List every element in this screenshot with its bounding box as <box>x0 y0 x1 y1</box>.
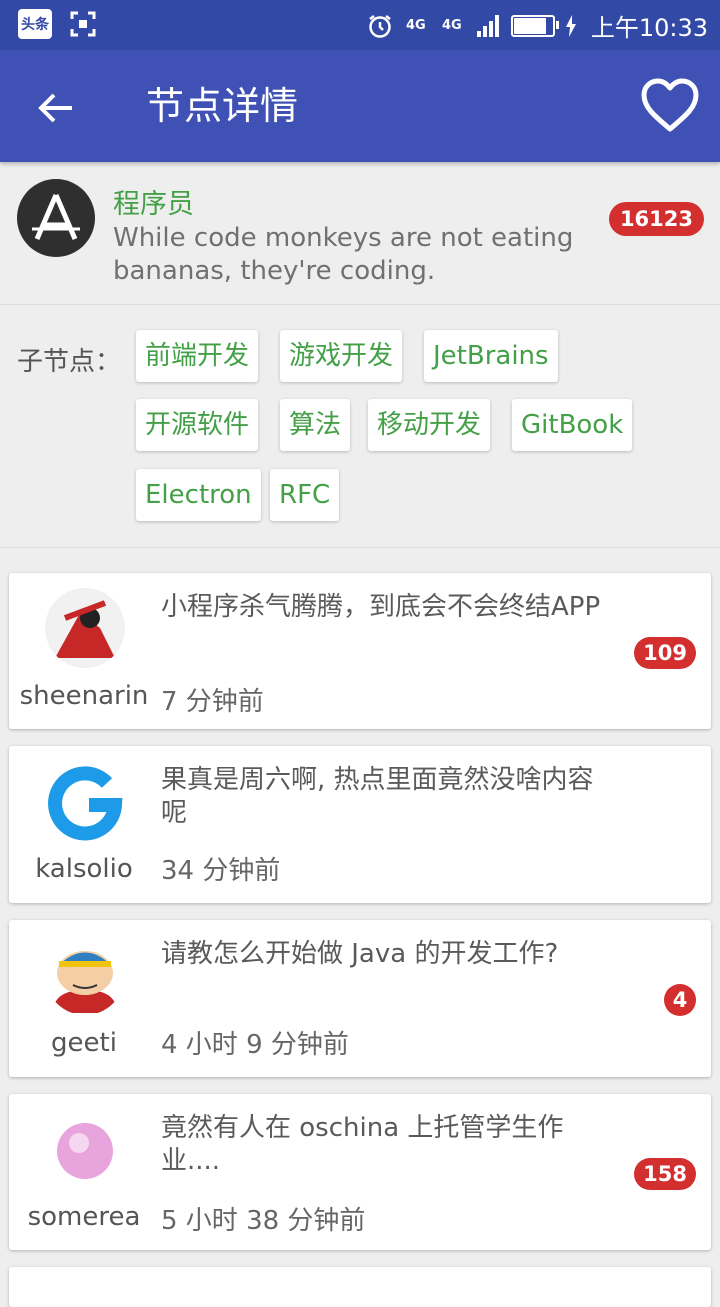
node-description: While code monkeys are not eating banana… <box>113 223 574 286</box>
topic-time: 5 小时 38 分钟前 <box>161 1206 366 1236</box>
toutiao-notification-icon: 头条 <box>18 9 52 39</box>
user-avatar[interactable] <box>45 1109 125 1189</box>
node-avatar <box>17 179 95 257</box>
node-logo-icon <box>32 194 80 240</box>
back-button[interactable] <box>28 80 84 136</box>
topic-card[interactable]: sheenarin 小程序杀气腾腾，到底会不会终结APP 7 分钟前 109 <box>9 573 711 729</box>
user-avatar[interactable] <box>45 588 125 668</box>
sub-node-chip[interactable]: 算法 <box>280 399 351 451</box>
reply-count-badge: 158 <box>634 1158 696 1190</box>
sub-node-chip[interactable]: 游戏开发 <box>280 330 403 382</box>
battery-icon <box>510 14 559 37</box>
signal-icon <box>476 14 499 37</box>
arrow-back-icon <box>38 93 72 123</box>
heart-icon <box>641 78 699 132</box>
user-avatar[interactable] <box>45 935 125 1015</box>
topic-card[interactable] <box>9 1267 711 1307</box>
alarm-icon <box>369 14 391 38</box>
charging-icon <box>565 14 576 37</box>
sub-nodes-section: 子节点： 前端开发 游戏开发 JetBrains 开源软件 算法 移动开发 Gi… <box>0 305 720 548</box>
username[interactable]: geeti <box>9 1028 159 1058</box>
sub-node-chip[interactable]: 开源软件 <box>136 399 259 451</box>
sub-node-chip[interactable]: Electron <box>136 469 261 521</box>
user-avatar[interactable] <box>45 761 125 841</box>
node-topic-count-badge: 16123 <box>608 202 704 236</box>
username[interactable]: kalsolio <box>9 854 159 884</box>
page-title: 节点详情 <box>146 84 299 128</box>
topic-card[interactable]: somerea 竟然有人在 oschina 上托管学生作业.... 5 小时 3… <box>9 1094 711 1250</box>
topic-title: 竟然有人在 oschina 上托管学生作业.... <box>161 1113 564 1176</box>
sub-node-chip[interactable]: GitBook <box>512 399 633 451</box>
topic-card[interactable]: kalsolio 果真是周六啊, 热点里面竟然没啥内容呢 34 分钟前 <box>9 746 711 903</box>
sub-node-chip[interactable]: 前端开发 <box>136 330 259 382</box>
username[interactable]: somerea <box>9 1202 159 1232</box>
topic-title: 果真是周六啊, 热点里面竟然没啥内容呢 <box>161 765 594 828</box>
sub-node-chip[interactable]: RFC <box>270 469 340 521</box>
sub-node-chip[interactable]: 移动开发 <box>368 399 491 451</box>
topic-time: 4 小时 9 分钟前 <box>161 1030 349 1060</box>
reply-count-badge: 4 <box>664 984 696 1016</box>
node-header: 程序员 While code monkeys are not eating ba… <box>0 162 720 305</box>
topic-title: 请教怎么开始做 Java 的开发工作? <box>161 939 559 969</box>
topic-title: 小程序杀气腾腾，到底会不会终结APP <box>161 592 601 622</box>
network-type-1: 4G <box>405 18 426 33</box>
topic-time: 34 分钟前 <box>161 856 281 886</box>
network-type-2: 4G <box>441 18 462 33</box>
app-bar: 节点详情 <box>0 50 720 162</box>
sub-node-chip[interactable]: JetBrains <box>424 330 558 382</box>
node-name[interactable]: 程序员 <box>113 182 194 221</box>
username[interactable]: sheenarin <box>9 681 159 711</box>
topic-time: 7 分钟前 <box>161 687 264 717</box>
sub-nodes-label: 子节点： <box>17 347 122 377</box>
screenshot-icon <box>70 11 96 37</box>
status-bar: 头条 4G 4G 上午10:33 <box>0 0 720 50</box>
favorite-button[interactable] <box>638 76 702 136</box>
clock: 上午10:33 <box>590 14 708 42</box>
topic-card[interactable]: geeti 请教怎么开始做 Java 的开发工作? 4 小时 9 分钟前 4 <box>9 920 711 1077</box>
reply-count-badge: 109 <box>634 637 696 669</box>
